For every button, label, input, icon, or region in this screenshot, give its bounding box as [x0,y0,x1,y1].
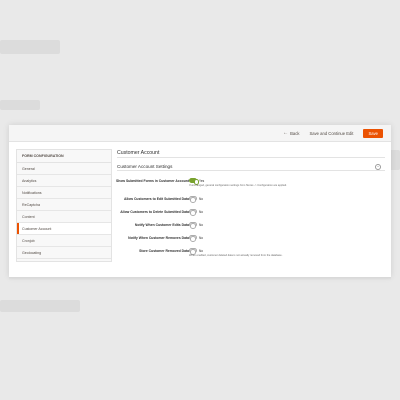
toggle-switch[interactable] [189,235,197,242]
field-label: Notify When Customer Edits Data [134,223,189,227]
toggle-switch[interactable] [189,196,197,203]
field-label: Store Customer Removed Data [139,249,189,253]
field-notify-removes: Notify When Customer Removes Data No [117,232,385,245]
sidebar-title: FORM CONFIGURATION [17,150,111,163]
configuration-panel: ← Back Save and Continue Edit Save FORM … [9,125,391,277]
section-title: Customer Account Settings [117,164,173,169]
sidebar-item-notifications[interactable]: Notifications [17,187,111,199]
field-label: Notify When Customer Removes Data [128,236,189,240]
field-note: If unchanged, general configuration sett… [189,184,287,187]
save-button[interactable]: Save [363,128,383,138]
toggle-switch[interactable] [189,222,197,229]
toggle-value: No [199,223,204,227]
field-store-removed-data: Store Customer Removed Data No When enab… [117,245,385,261]
page-actions-toolbar: ← Back Save and Continue Edit Save [9,125,391,142]
toggle-switch[interactable] [189,209,197,216]
background-bar [0,300,80,312]
sidebar-item-analytics[interactable]: Analytics [17,175,111,187]
toggle-value: No [199,236,204,240]
field-label: Allow Customers to Delete Submitted Data [120,210,189,214]
field-allow-edit: Allow Customers to Edit Submitted Data N… [117,193,385,206]
field-label: Show Submitted Forms in Customer Account [116,179,189,183]
back-button[interactable]: ← Back [283,130,299,136]
back-label: Back [290,130,300,136]
section-header[interactable]: Customer Account Settings ⌃ [117,163,385,171]
background-bar [0,100,40,110]
background-bar [0,40,60,54]
field-note: When enabled, customer deleted data is n… [189,254,283,257]
toggle-switch[interactable] [189,178,200,185]
page-title: Customer Account [117,149,385,158]
panel-shadow [9,277,391,280]
sidebar-nav: FORM CONFIGURATION General Analytics Not… [16,149,112,262]
field-show-submitted-forms: Show Submitted Forms in Customer Account… [116,175,385,193]
toggle-value: Yes [199,179,205,183]
toggle-value: No [199,197,204,201]
sidebar-item-content[interactable]: Content [17,211,111,223]
toggle-switch[interactable] [189,248,197,255]
field-allow-delete: Allow Customers to Delete Submitted Data… [117,206,385,219]
field-label: Allow Customers to Edit Submitted Data [124,197,189,201]
save-and-continue-button[interactable]: Save and Continue Edit [306,129,356,138]
collapse-icon[interactable]: ⌃ [375,164,381,170]
main-content: Customer Account Customer Account Settin… [116,149,385,269]
sidebar-item-recaptcha[interactable]: ReCaptcha [17,199,111,211]
sidebar-item-geolocating[interactable]: Geolocating [17,247,111,259]
sidebar-item-cronjob[interactable]: Cronjob [17,235,111,247]
arrow-left-icon: ← [283,130,289,136]
toggle-value: No [199,210,204,214]
sidebar-item-customer-account[interactable]: Customer Account [17,223,111,235]
toggle-value: No [199,249,204,253]
sidebar-item-general[interactable]: General [17,163,111,175]
field-notify-edits: Notify When Customer Edits Data No [117,219,385,232]
